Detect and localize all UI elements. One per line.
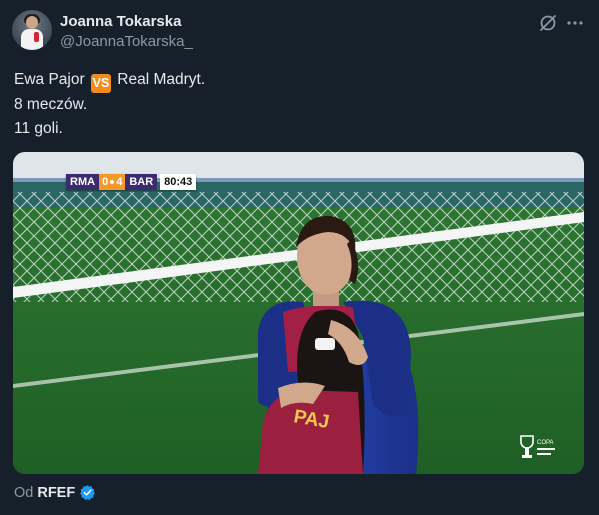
vs-emoji-icon: VS [90,74,111,93]
home-score: 0 [102,176,109,188]
tweet-line-1: Ewa Pajor VS Real Madryt. [14,68,205,93]
attribution-prefix: Od [14,484,34,501]
away-score: 4 [116,176,123,188]
more-icon[interactable] [566,14,584,32]
scoreboard: RMA 04 BAR 80:43 [66,174,197,190]
avatar-torso [21,29,43,50]
copa-logo-icon: COPA [520,435,555,458]
tweet-video[interactable]: PAJ RMA 04 BAR 80:43 COPA [13,152,584,474]
verified-badge-icon [80,485,96,500]
tweet-line-3: 11 goli. [14,120,63,137]
tweet-text: Ewa Pajor VS Real Madryt. 8 meczów. 11 g… [14,68,205,141]
video-frame: PAJ [13,152,584,474]
author-avatar[interactable] [12,10,52,50]
tweet-opponent: Real Madryt. [117,71,206,88]
tweet-line-2: 8 meczów. [14,96,88,113]
attribution: Od RFEF [14,484,96,501]
copa-logo-text: COPA [537,440,554,446]
avatar-microphone [34,32,39,42]
grok-icon[interactable] [538,13,558,33]
tweet-player-name: Ewa Pajor [14,71,85,88]
match-clock: 80:43 [160,174,197,190]
avatar-face [26,16,38,29]
home-team-abbr: RMA [66,174,100,190]
author-handle[interactable]: @JoannaTokarska_ [60,33,193,50]
score-separator [110,180,115,184]
author-name[interactable]: Joanna Tokarska [60,13,181,30]
attribution-source[interactable]: RFEF [37,485,75,501]
away-team-abbr: BAR [125,174,158,190]
score: 04 [99,174,126,190]
